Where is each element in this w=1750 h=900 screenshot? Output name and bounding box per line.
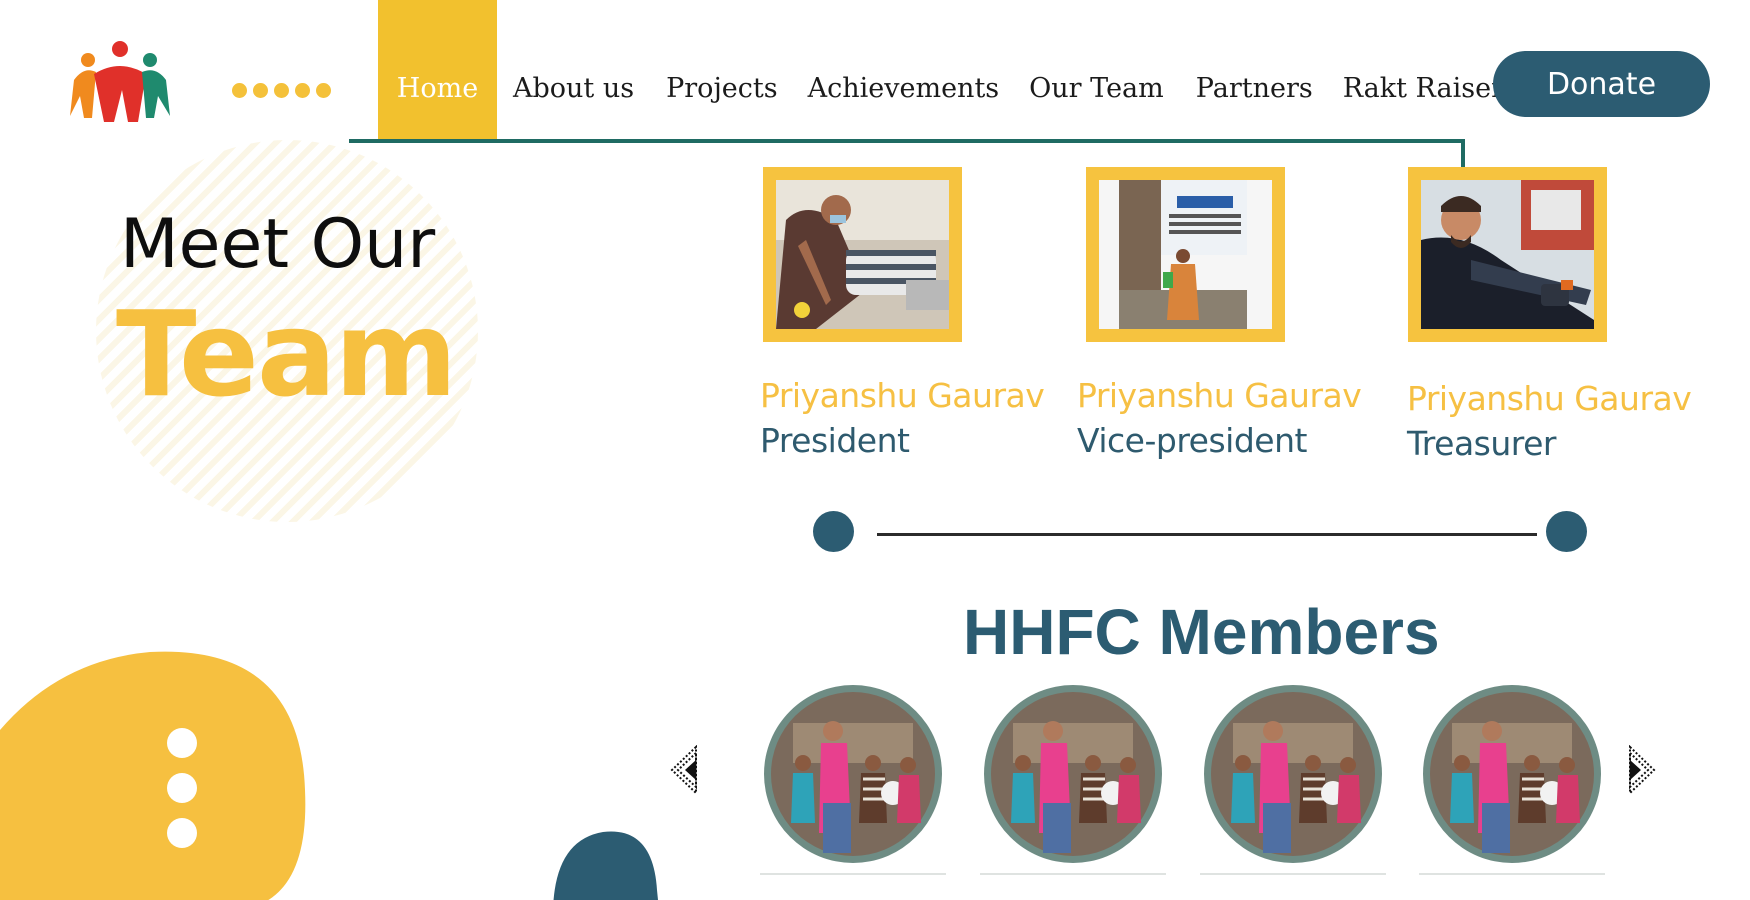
member-role: President (760, 421, 910, 460)
member-name: Priyanshu Gaurav (1077, 376, 1362, 415)
hero-title-line1: Meet Our (120, 205, 436, 284)
avatar-underline (980, 873, 1166, 875)
nav-underline (349, 139, 1465, 143)
dot (253, 83, 268, 98)
member-name: Priyanshu Gaurav (1407, 379, 1692, 418)
member-avatar[interactable] (1422, 683, 1602, 865)
dot (316, 83, 331, 98)
nav-achievements[interactable]: Achievements (808, 73, 1000, 104)
team-photo-treasurer (1408, 167, 1607, 342)
nav-projects[interactable]: Projects (666, 73, 778, 104)
menu-dot (167, 728, 197, 758)
member-role: Treasurer (1407, 424, 1557, 463)
donate-button[interactable]: Donate (1493, 51, 1710, 117)
triangle-right-icon[interactable] (1628, 745, 1656, 795)
nav-our-team[interactable]: Our Team (1029, 73, 1164, 104)
member-avatar[interactable] (983, 683, 1163, 865)
avatar-underline (1419, 873, 1605, 875)
member-role: Vice-president (1077, 421, 1307, 460)
avatar-underline (760, 873, 946, 875)
member-avatar[interactable] (763, 683, 943, 865)
nav-rakt-raiser[interactable]: Rakt Raiser (1343, 73, 1504, 104)
decorative-dots (232, 83, 331, 98)
menu-dot (167, 818, 197, 848)
avatar-underline (1200, 873, 1386, 875)
member-avatar[interactable] (1203, 683, 1383, 865)
decorative-yellow-blob (0, 651, 306, 900)
dot (295, 83, 310, 98)
nav-home[interactable]: Home (378, 73, 497, 104)
dot (274, 83, 289, 98)
hero-title-line2: Team (116, 285, 457, 423)
donor-photo (1421, 180, 1594, 329)
decorative-teal-blob (553, 831, 658, 900)
donor-photo (776, 180, 949, 329)
triangle-left-icon[interactable] (670, 745, 698, 795)
nav-about-us[interactable]: About us (513, 73, 634, 104)
team-photo-vice-president (1086, 167, 1285, 342)
nav-underline-tick (1461, 139, 1465, 167)
member-name: Priyanshu Gaurav (760, 376, 1045, 415)
members-section-title: HHFC Members (963, 596, 1440, 668)
menu-dot (167, 773, 197, 803)
divider-dot-right (1546, 511, 1587, 552)
main-nav: Home About us Projects Achievements Our … (378, 66, 1504, 110)
dot (232, 83, 247, 98)
banner-photo (1099, 180, 1272, 329)
logo-icon[interactable] (66, 40, 174, 126)
team-photo-president (763, 167, 962, 342)
nav-partners[interactable]: Partners (1196, 73, 1313, 104)
divider-dot-left (813, 511, 854, 552)
divider-line (877, 533, 1537, 536)
